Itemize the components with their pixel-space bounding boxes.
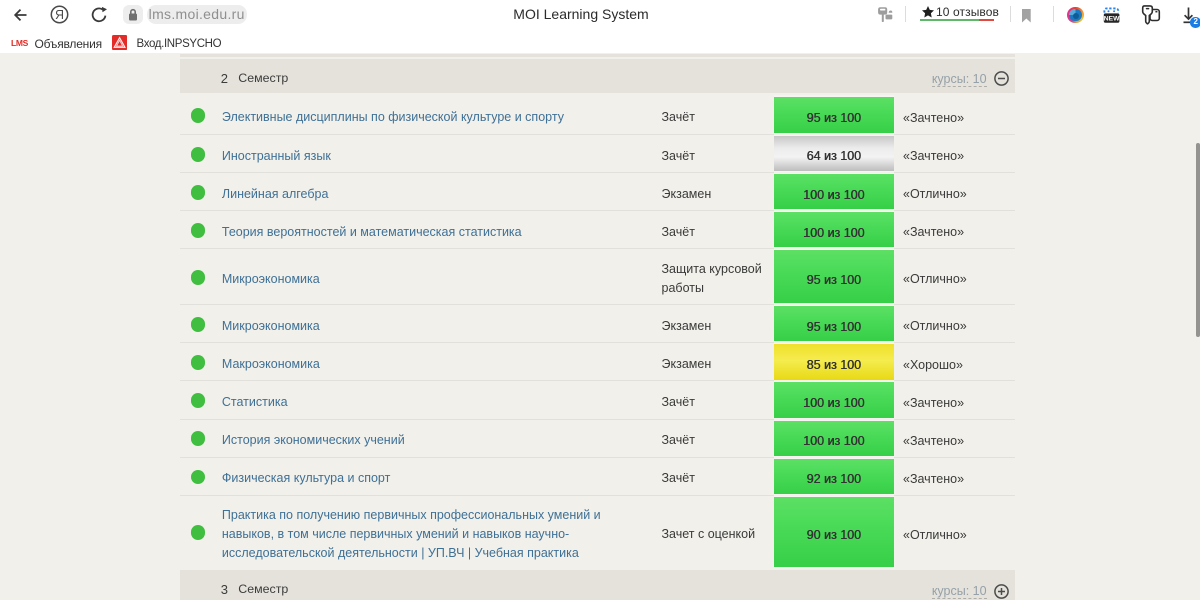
svg-text:NEW: NEW <box>1104 16 1120 23</box>
svg-text:Я: Я <box>55 7 64 21</box>
